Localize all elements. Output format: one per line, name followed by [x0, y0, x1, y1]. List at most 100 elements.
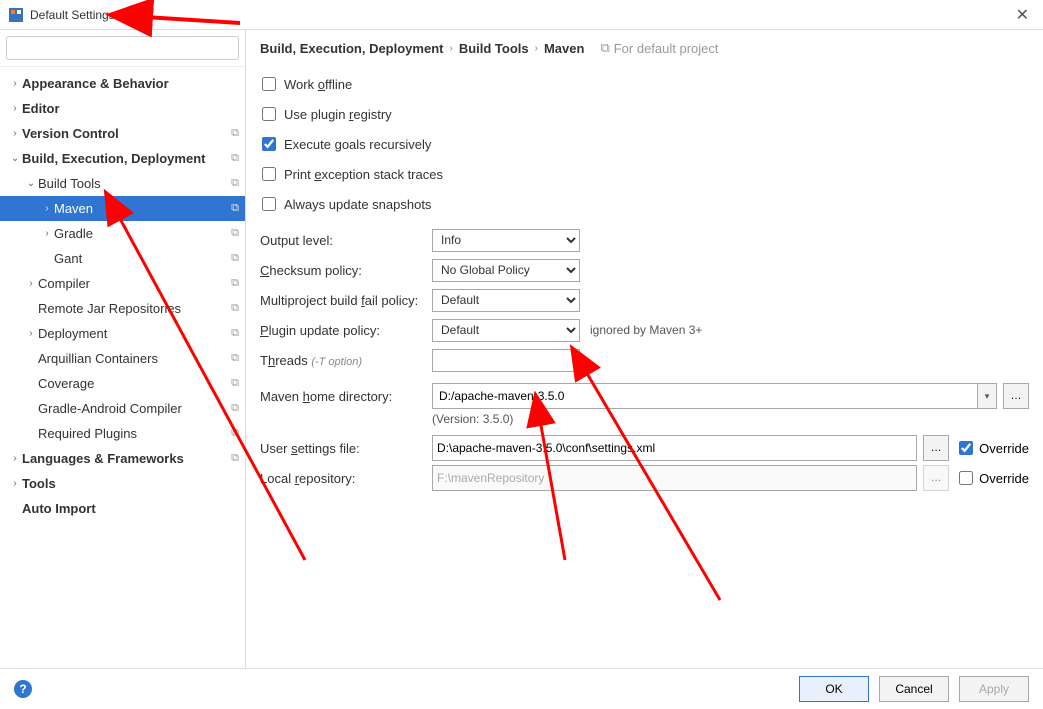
tree-item-appearance-behavior[interactable]: ›Appearance & Behavior	[0, 71, 245, 96]
copy-icon: ⧉	[231, 252, 239, 265]
tree-item-required-plugins[interactable]: Required Plugins⧉	[0, 421, 245, 446]
copy-icon: ⧉	[231, 427, 239, 440]
multiproject-fail-label: Multiproject build fail policy:	[260, 293, 432, 308]
tree-item-gradle[interactable]: ›Gradle⧉	[0, 221, 245, 246]
settings-tree: ›Appearance & Behavior›Editor›Version Co…	[0, 67, 245, 668]
use-plugin-registry-checkbox[interactable]	[262, 107, 276, 121]
output-level-row: Output level: Info	[260, 226, 1029, 254]
cancel-button[interactable]: Cancel	[879, 676, 949, 702]
maven-home-input[interactable]	[432, 383, 977, 409]
chevron-icon: ›	[8, 478, 22, 489]
apply-button: Apply	[959, 676, 1029, 702]
always-update-checkbox[interactable]	[262, 197, 276, 211]
breadcrumb: Build, Execution, Deployment › Build Too…	[260, 40, 1029, 62]
copy-icon: ⧉	[231, 452, 239, 465]
titlebar: Default Settings ✕	[0, 0, 1043, 30]
use-plugin-registry-label[interactable]: Use plugin registry	[284, 107, 392, 122]
maven-home-browse-button[interactable]: …	[1003, 383, 1029, 409]
tree-item-label: Appearance & Behavior	[22, 76, 239, 91]
breadcrumb-item[interactable]: Build Tools	[459, 41, 529, 56]
output-level-select[interactable]: Info	[432, 229, 580, 252]
chevron-icon: ›	[40, 228, 54, 239]
tree-item-version-control[interactable]: ›Version Control⧉	[0, 121, 245, 146]
tree-item-arquillian-containers[interactable]: Arquillian Containers⧉	[0, 346, 245, 371]
tree-item-label: Gradle-Android Compiler	[38, 401, 231, 416]
override-label: Override	[979, 441, 1029, 456]
plugin-update-note: ignored by Maven 3+	[590, 323, 702, 337]
local-repo-row: Local repository: … Override	[260, 464, 1029, 492]
tree-item-gradle-android-compiler[interactable]: Gradle-Android Compiler⧉	[0, 396, 245, 421]
copy-icon: ⧉	[231, 327, 239, 340]
execute-goals-checkbox[interactable]	[262, 137, 276, 151]
local-repo-input	[432, 465, 917, 491]
execute-goals-label[interactable]: Execute goals recursively	[284, 137, 431, 152]
copy-icon: ⧉	[231, 127, 239, 140]
tree-item-compiler[interactable]: ›Compiler⧉	[0, 271, 245, 296]
work-offline-row: Work offline	[260, 70, 1029, 98]
tree-item-label: Gant	[54, 251, 231, 266]
tree-item-label: Tools	[22, 476, 239, 491]
user-settings-label: User settings file:	[260, 441, 432, 456]
tree-item-tools[interactable]: ›Tools	[0, 471, 245, 496]
maven-home-row: Maven home directory: ▾ …	[260, 382, 1029, 410]
copy-icon: ⧉	[231, 152, 239, 165]
tree-item-label: Compiler	[38, 276, 231, 291]
app-icon	[8, 7, 24, 23]
search-input[interactable]	[6, 36, 239, 60]
always-update-row: Always update snapshots	[260, 190, 1029, 218]
tree-item-maven[interactable]: ›Maven⧉	[0, 196, 245, 221]
user-settings-row: User settings file: … Override	[260, 434, 1029, 462]
tree-item-label: Maven	[54, 201, 231, 216]
print-exception-checkbox[interactable]	[262, 167, 276, 181]
print-exception-row: Print exception stack traces	[260, 160, 1029, 188]
print-exception-label[interactable]: Print exception stack traces	[284, 167, 443, 182]
tree-item-label: Build Tools	[38, 176, 231, 191]
chevron-icon: ›	[8, 78, 22, 89]
user-settings-input[interactable]	[432, 435, 917, 461]
breadcrumb-item[interactable]: Build, Execution, Deployment	[260, 41, 443, 56]
help-button[interactable]: ?	[14, 680, 32, 698]
chevron-right-icon: ›	[449, 43, 452, 54]
chevron-icon: ›	[8, 103, 22, 114]
work-offline-label[interactable]: Work offline	[284, 77, 352, 92]
local-repo-browse-button: …	[923, 465, 949, 491]
local-repo-override-checkbox[interactable]	[959, 471, 973, 485]
chevron-right-icon: ›	[535, 43, 538, 54]
copy-icon: ⧉	[231, 277, 239, 290]
tree-item-build-execution-deployment[interactable]: ⌄Build, Execution, Deployment⧉	[0, 146, 245, 171]
window-title: Default Settings	[30, 8, 115, 22]
tree-item-gant[interactable]: Gant⧉	[0, 246, 245, 271]
user-settings-override-checkbox[interactable]	[959, 441, 973, 455]
tree-item-label: Auto Import	[22, 501, 239, 516]
checksum-policy-select[interactable]: No Global Policy	[432, 259, 580, 282]
tree-item-label: Remote Jar Repositories	[38, 301, 231, 316]
user-settings-browse-button[interactable]: …	[923, 435, 949, 461]
local-repo-label: Local repository:	[260, 471, 432, 486]
work-offline-checkbox[interactable]	[262, 77, 276, 91]
tree-item-label: Languages & Frameworks	[22, 451, 231, 466]
tree-item-languages-frameworks[interactable]: ›Languages & Frameworks⧉	[0, 446, 245, 471]
tree-item-auto-import[interactable]: Auto Import	[0, 496, 245, 521]
breadcrumb-item[interactable]: Maven	[544, 41, 584, 56]
always-update-label[interactable]: Always update snapshots	[284, 197, 431, 212]
tree-item-build-tools[interactable]: ⌄Build Tools⧉	[0, 171, 245, 196]
tree-item-label: Deployment	[38, 326, 231, 341]
tree-item-deployment[interactable]: ›Deployment⧉	[0, 321, 245, 346]
chevron-icon: ⌄	[24, 178, 38, 189]
maven-home-dropdown[interactable]: ▾	[977, 383, 997, 409]
threads-input[interactable]	[432, 349, 580, 372]
plugin-update-select[interactable]: Default	[432, 319, 580, 342]
chevron-icon: ›	[24, 278, 38, 289]
ok-button[interactable]: OK	[799, 676, 869, 702]
threads-row: Threads (-T option)	[260, 346, 1029, 374]
copy-icon: ⧉	[231, 377, 239, 390]
close-icon[interactable]: ✕	[1010, 5, 1035, 25]
output-level-label: Output level:	[260, 233, 432, 248]
sidebar: 🔍 ›Appearance & Behavior›Editor›Version …	[0, 30, 246, 668]
multiproject-fail-select[interactable]: Default	[432, 289, 580, 312]
tree-item-coverage[interactable]: Coverage⧉	[0, 371, 245, 396]
tree-item-editor[interactable]: ›Editor	[0, 96, 245, 121]
tree-item-label: Gradle	[54, 226, 231, 241]
override-label: Override	[979, 471, 1029, 486]
tree-item-remote-jar-repositories[interactable]: Remote Jar Repositories⧉	[0, 296, 245, 321]
